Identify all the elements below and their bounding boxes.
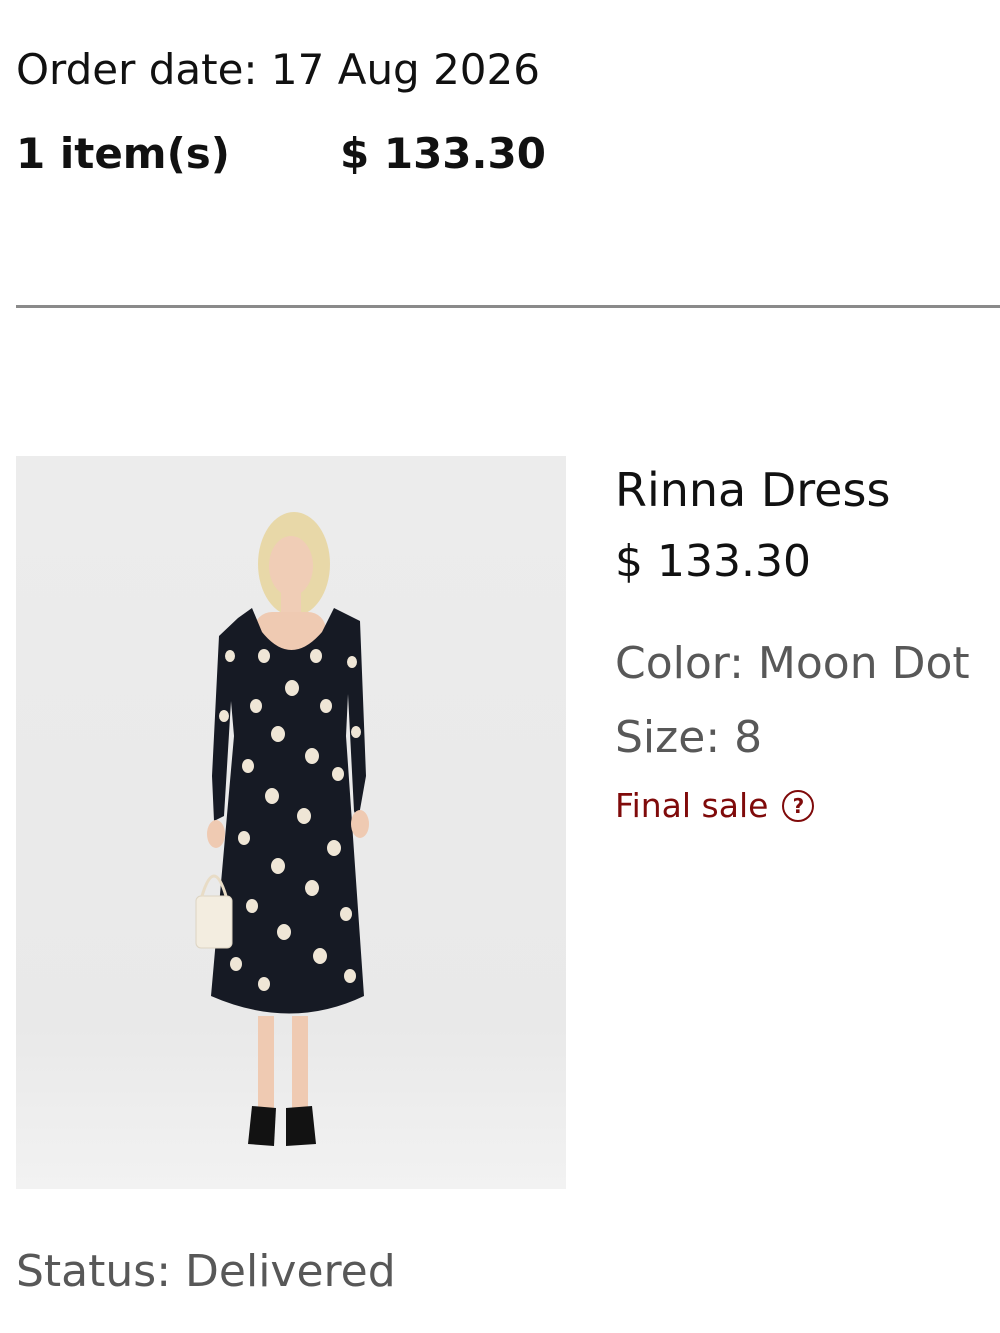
product-name[interactable]: Rinna Dress [615, 462, 1000, 518]
final-sale-notice: Final sale ? [615, 786, 1000, 826]
final-sale-label: Final sale [615, 786, 769, 825]
dress-photo-illustration [195, 512, 369, 1146]
order-total: $ 133.30 [340, 129, 546, 178]
product-size: Size: 8 [615, 712, 763, 763]
delivery-status: Status: Delivered [16, 1246, 396, 1297]
product-color: Color: Moon Dot [615, 638, 970, 689]
product-price: $ 133.30 [615, 536, 811, 587]
product-details: Rinna Dress $ 133.30 Color: Moon Dot Siz… [615, 462, 1000, 826]
order-date: Order date: 17 Aug 2026 [16, 45, 540, 94]
question-circle-icon[interactable]: ? [782, 790, 815, 822]
section-divider [16, 305, 1000, 308]
product-image[interactable] [16, 456, 566, 1189]
item-count: 1 item(s) [16, 129, 230, 178]
order-summary: 1 item(s) $ 133.30 [16, 128, 716, 180]
